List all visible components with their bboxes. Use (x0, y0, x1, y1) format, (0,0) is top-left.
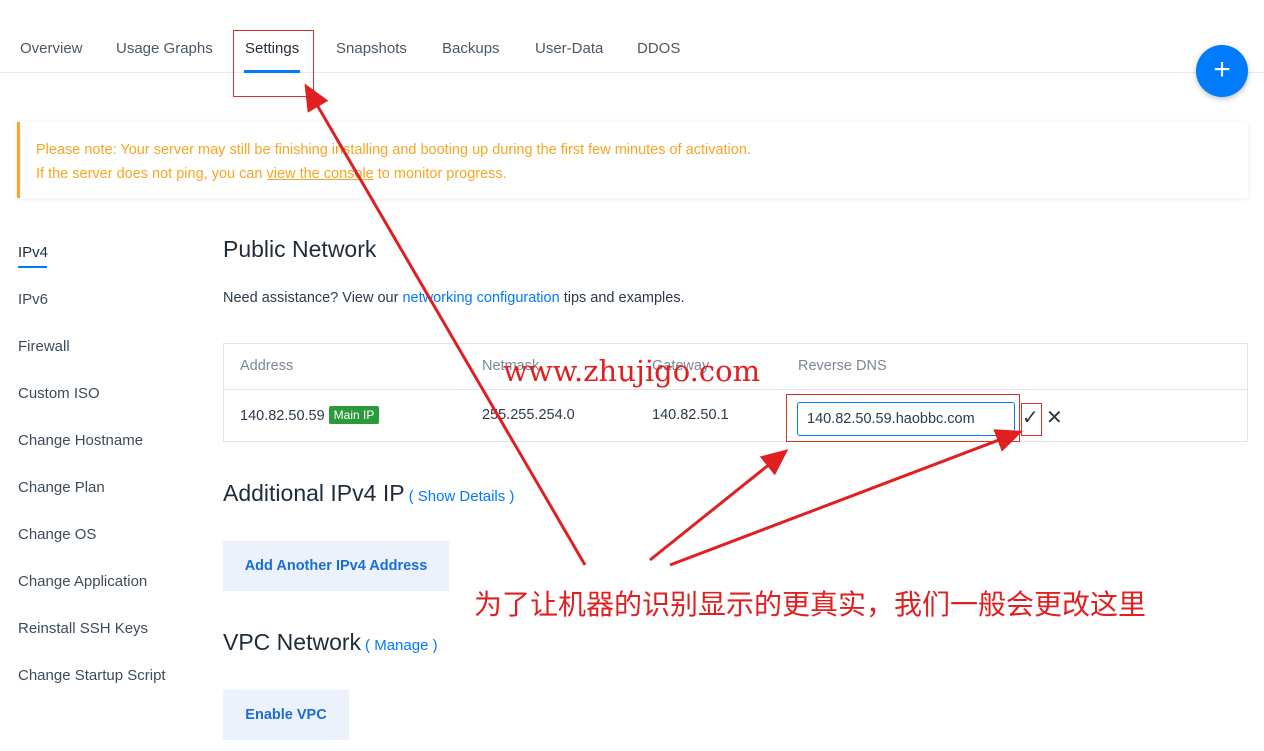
arrow-to-settings (304, 83, 587, 566)
watermark-text: www.zhujigo.com (503, 354, 761, 388)
arrow-to-confirm (669, 429, 1023, 567)
annotation-caption: 为了让机器的识别显示的更真实，我们一般会更改这里 (474, 588, 1147, 621)
arrow-to-reverse-dns (649, 449, 789, 562)
